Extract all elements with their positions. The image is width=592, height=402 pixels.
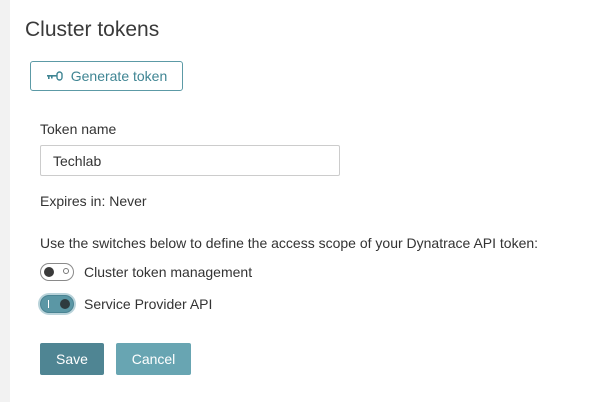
service-provider-api-toggle[interactable] bbox=[40, 295, 74, 313]
cancel-button[interactable]: Cancel bbox=[116, 343, 191, 375]
toggle-knob bbox=[44, 267, 54, 277]
switch-row-service-provider-api: Service Provider API bbox=[40, 295, 212, 313]
toggle-off-indicator bbox=[63, 268, 69, 274]
toggle-on-indicator bbox=[48, 300, 49, 308]
cluster-token-management-toggle[interactable] bbox=[40, 263, 74, 281]
scope-description: Use the switches below to define the acc… bbox=[40, 235, 539, 251]
save-button[interactable]: Save bbox=[40, 343, 104, 375]
switch-label: Cluster token management bbox=[84, 264, 253, 280]
sidebar-strip bbox=[0, 0, 10, 402]
switch-label: Service Provider API bbox=[84, 296, 213, 312]
toggle-knob bbox=[60, 299, 70, 309]
token-name-input[interactable] bbox=[40, 145, 340, 176]
page-title: Cluster tokens bbox=[25, 18, 160, 41]
token-name-label: Token name bbox=[40, 121, 117, 137]
key-icon bbox=[46, 71, 64, 81]
generate-token-button[interactable]: Generate token bbox=[30, 61, 183, 91]
expires-text: Expires in: Never bbox=[40, 193, 147, 209]
switch-row-cluster-token-management: Cluster token management bbox=[40, 263, 252, 281]
generate-token-label: Generate token bbox=[70, 68, 168, 84]
